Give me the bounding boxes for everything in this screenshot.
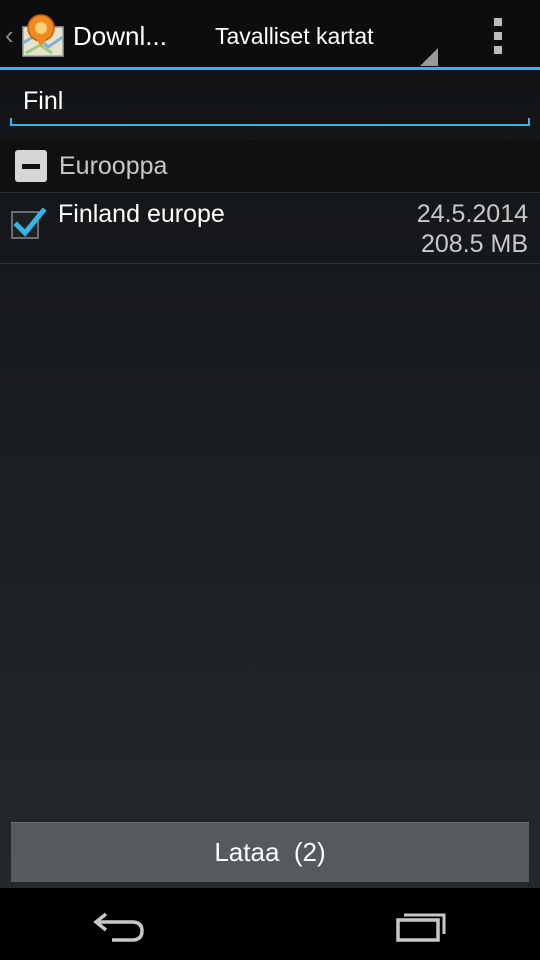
item-checkbox[interactable] <box>11 207 47 239</box>
back-arrow-icon <box>93 912 144 942</box>
osmand-map-icon <box>22 14 64 57</box>
overflow-dot <box>494 32 502 40</box>
action-bar: ‹ Downl... Tavalliset kartat <box>0 0 540 70</box>
overflow-dot <box>494 18 502 26</box>
nav-recents-icon[interactable] <box>392 906 452 942</box>
screen: ‹ Downl... Tavalliset kartat Finl Euroop… <box>0 0 540 960</box>
list-item[interactable]: Finland europe 24.5.2014 208.5 MB <box>0 193 540 264</box>
group-checkbox[interactable] <box>15 150 47 182</box>
spinner-label: Tavalliset kartat <box>215 23 374 49</box>
group-label: Eurooppa <box>59 152 168 180</box>
overflow-dot <box>494 46 502 54</box>
app-icon[interactable] <box>20 13 66 59</box>
map-type-spinner[interactable]: Tavalliset kartat <box>198 8 440 66</box>
group-header-europe[interactable]: Eurooppa <box>0 140 540 193</box>
item-date: 24.5.2014 <box>416 200 528 228</box>
nav-back-icon[interactable] <box>90 906 150 942</box>
minus-icon <box>22 164 40 169</box>
search-field <box>10 78 530 128</box>
recent-apps-icon <box>396 913 446 942</box>
item-size: 208.5 MB <box>420 230 528 258</box>
app-title[interactable]: Downl... <box>73 18 183 54</box>
checkmark-icon <box>13 207 47 237</box>
nav-bar <box>0 888 540 960</box>
item-name: Finland europe <box>58 200 225 228</box>
overflow-menu-icon[interactable] <box>478 14 518 58</box>
search-input[interactable] <box>10 78 530 124</box>
chevron-left-icon[interactable]: ‹ <box>5 20 17 50</box>
download-button[interactable]: Lataa (2) <box>11 822 529 882</box>
search-underline <box>10 118 530 126</box>
spinner-dropdown-icon <box>420 48 438 66</box>
